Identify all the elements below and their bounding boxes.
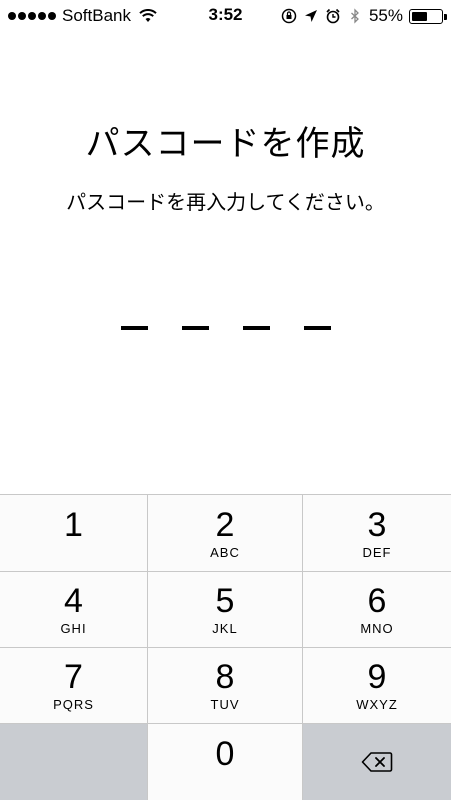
passcode-digit-slot (303, 326, 331, 330)
bluetooth-icon (351, 8, 359, 24)
backspace-icon (361, 752, 393, 772)
key-letters: PQRS (53, 697, 94, 712)
orientation-lock-icon (281, 8, 297, 24)
delete-button[interactable] (303, 723, 451, 800)
key-digit: 3 (367, 505, 387, 544)
key-digit: 8 (215, 658, 235, 696)
location-arrow-icon (304, 10, 317, 22)
key-4[interactable]: 4 GHI (0, 571, 148, 647)
status-bar-right: 55% (281, 5, 447, 27)
passcode-digit-slot (120, 326, 148, 330)
passcode-field (0, 326, 451, 330)
numeric-keypad: 1 2 ABC 3 DEF 4 GHI 5 JKL 6 MNO 7 PQRS 8 (0, 494, 451, 800)
key-letters: ABC (210, 544, 240, 560)
key-digit: 6 (367, 582, 387, 620)
battery-percent: 55% (368, 6, 403, 25)
page-subtitle: パスコードを再入力してください。 (66, 190, 385, 214)
key-letters: TUV (210, 697, 240, 712)
alarm-icon (326, 8, 340, 24)
key-0[interactable]: 0 (148, 723, 303, 800)
key-1[interactable]: 1 (0, 494, 148, 571)
key-digit: 5 (215, 582, 235, 620)
key-8[interactable]: 8 TUV (148, 647, 303, 723)
key-digit: 4 (64, 582, 83, 620)
key-2[interactable]: 2 ABC (148, 494, 303, 571)
key-6[interactable]: 6 MNO (303, 571, 451, 647)
key-5[interactable]: 5 JKL (148, 571, 303, 647)
key-3[interactable]: 3 DEF (303, 494, 451, 571)
key-letters: GHI (60, 621, 87, 636)
key-letters: WXYZ (356, 697, 398, 712)
key-digit: 7 (64, 658, 83, 696)
key-7[interactable]: 7 PQRS (0, 647, 148, 723)
key-digit: 0 (215, 734, 235, 773)
key-digit: 1 (64, 505, 83, 544)
status-bar: SoftBank 3:52 55% (0, 0, 451, 34)
page-title: パスコードを作成 (85, 124, 366, 164)
key-digit: 9 (367, 658, 387, 696)
key-9[interactable]: 9 WXYZ (303, 647, 451, 723)
passcode-screen: SoftBank 3:52 55% パスコードを作成 パスコードを再入力してくだ… (0, 0, 451, 800)
keypad-blank (0, 723, 148, 800)
key-digit: 2 (215, 505, 235, 544)
passcode-digit-slot (181, 326, 209, 330)
key-letters: JKL (212, 621, 238, 636)
battery-icon (409, 8, 447, 24)
passcode-digit-slot (242, 326, 270, 330)
key-letters: DEF (362, 544, 392, 560)
key-letters: MNO (360, 621, 394, 636)
